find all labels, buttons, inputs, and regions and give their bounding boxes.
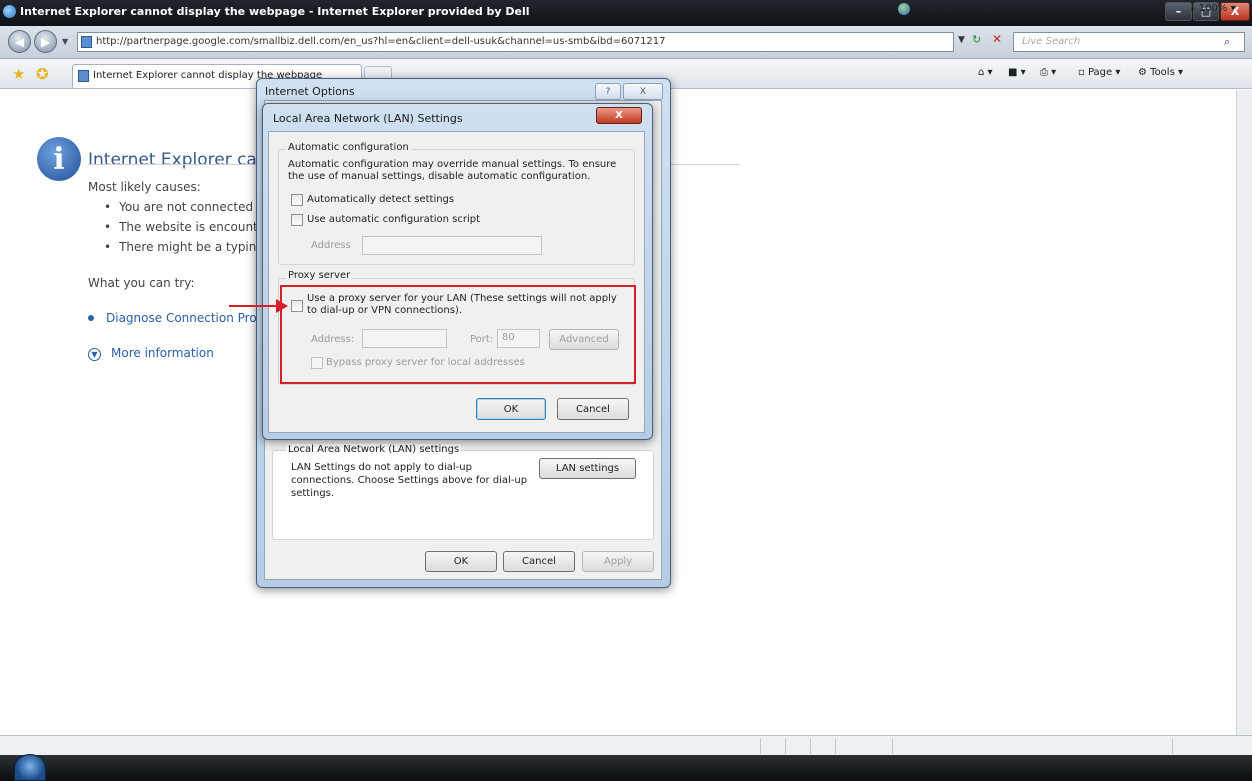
address-bar[interactable]: http://partnerpage.google.com/smallbiz.d… [77,32,954,52]
minimize-button[interactable]: – [1165,2,1192,21]
address-url: http://partnerpage.google.com/smallbiz.d… [96,36,666,47]
taskbar [0,755,1252,781]
search-input[interactable]: Live Search [1013,32,1245,52]
internet-options-title: Internet Options [265,85,355,98]
zoom-control[interactable]: ⌕ 100% ▾ [1190,3,1236,14]
page-icon [78,70,89,82]
start-orb-icon[interactable] [14,754,46,781]
lan-settings-title: Local Area Network (LAN) Settings [273,112,463,125]
lan-ok-button[interactable]: OK [476,398,546,420]
security-zone-label: Internet | Protected Mode: On [914,5,1063,16]
page-icon [81,36,92,48]
search-icon[interactable]: ⌕ [1224,35,1230,49]
causes-heading: Most likely causes: [88,180,201,194]
internet-options-cancel-button[interactable]: Cancel [503,551,575,572]
auto-script-checkbox[interactable] [291,214,303,226]
status-divider [785,738,786,754]
lan-dialog-close-button[interactable]: X [596,107,642,124]
status-divider [892,738,893,754]
home-icon[interactable]: ⌂ ▾ [978,67,993,78]
internet-options-close-button[interactable]: X [623,83,663,100]
status-bar [0,735,1252,755]
status-divider [760,738,761,754]
automatic-configuration-legend: Automatic configuration [286,142,411,153]
stop-icon[interactable]: ✕ [992,32,1002,46]
feeds-icon[interactable]: ■ ▾ [1008,67,1026,78]
zoom-level: 100% [1198,3,1228,14]
bullet-icon [88,315,94,321]
status-divider [810,738,811,754]
lan-cancel-button[interactable]: Cancel [557,398,629,420]
window-titlebar[interactable]: Internet Explorer cannot display the web… [0,0,1252,26]
internet-options-ok-button[interactable]: OK [425,551,497,572]
lan-settings-note: LAN Settings do not apply to dial-up con… [291,462,528,499]
apply-button[interactable]: Apply [582,551,654,572]
history-dropdown-icon[interactable]: ▼ [62,37,68,46]
status-divider [835,738,836,754]
navigation-bar: ◀ ▶ ▼ http://partnerpage.google.com/smal… [0,26,1252,59]
page-menu[interactable]: ▫ Page ▾ [1078,67,1120,78]
forward-arrow-icon[interactable]: ▶ [34,30,57,53]
auto-detect-checkbox[interactable] [291,194,303,206]
lan-settings-button[interactable]: LAN settings [539,458,636,479]
tools-menu-label: Tools [1150,67,1175,78]
info-icon: i [37,137,81,181]
favorites-star-icon[interactable]: ★ [12,65,25,83]
more-information-link[interactable]: ▼ More information [88,346,214,361]
more-information-label: More information [111,346,214,360]
security-zone[interactable]: Internet | Protected Mode: On [898,3,1062,16]
globe-icon [898,3,910,15]
annotation-arrow-shaft [229,305,277,307]
try-heading: What you can try: [88,276,195,290]
tools-menu[interactable]: ⚙ Tools ▾ [1138,67,1183,78]
chevron-down-icon: ▼ [88,348,101,361]
address-dropdown-icon[interactable]: ▼ [958,35,965,45]
vertical-scrollbar[interactable] [1236,90,1252,735]
page-menu-label: Page [1087,67,1113,78]
script-address-input[interactable] [362,236,542,255]
back-arrow-icon[interactable]: ◀ [8,30,31,53]
auto-detect-label: Automatically detect settings [307,194,455,205]
lan-settings-group-title: Local Area Network (LAN) settings [286,444,462,455]
ie-logo-icon [3,5,16,18]
help-button[interactable]: ? [595,83,621,100]
zoom-icon: ⌕ [1190,3,1196,14]
annotation-highlight-box [280,285,636,384]
status-divider [1172,738,1173,754]
add-favorites-icon[interactable]: ✪ [36,65,49,83]
script-address-label: Address [311,240,351,251]
proxy-server-legend: Proxy server [286,270,353,281]
annotation-arrow-icon [276,299,288,313]
print-icon[interactable]: ⎙ ▾ [1040,67,1056,78]
window-title: Internet Explorer cannot display the web… [20,5,530,18]
automatic-configuration-note: Automatic configuration may override man… [288,159,617,182]
auto-script-label: Use automatic configuration script [307,214,480,225]
refresh-icon[interactable]: ↻ [972,33,981,46]
